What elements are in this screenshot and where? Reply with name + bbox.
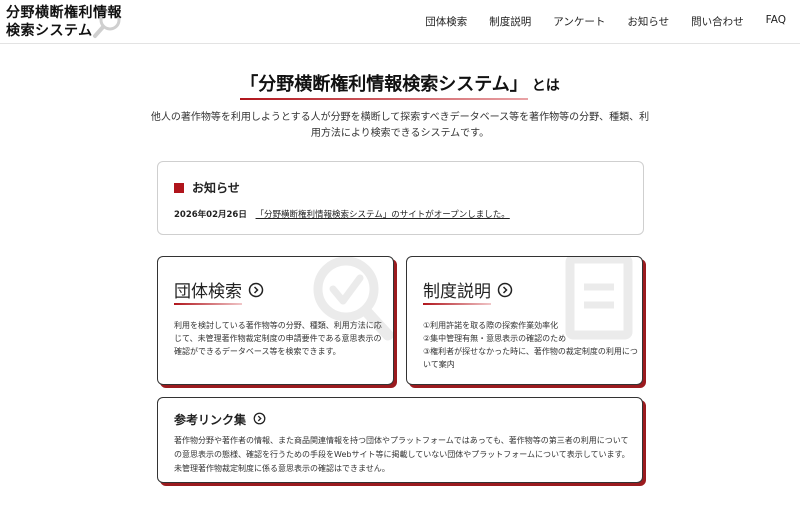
- reference-links-description: 著作物分野や著作者の情報、また商品関連情報を持つ団体やプラットフォームではあって…: [174, 436, 630, 473]
- arrow-circle-right-icon: [248, 282, 264, 298]
- page-title-main: 「分野横断権利情報検索システム」: [240, 70, 529, 100]
- system-explain-item: ③権利者が探せなかった時に、著作物の裁定制度の利用について案内: [423, 347, 638, 369]
- nav-item-contact[interactable]: 問い合わせ: [691, 14, 744, 29]
- page-title: 「分野横断権利情報検索システム」 とは: [240, 70, 560, 100]
- news-heading: お知らせ: [192, 181, 240, 195]
- arrow-circle-right-icon: [253, 412, 266, 425]
- reference-links-card[interactable]: 参考リンク集 著作物分野や著作者の情報、また商品関連情報を持つ団体やプラットフォ…: [157, 397, 643, 483]
- group-search-description: 利用を検討している著作物等の分野、種類、利用方法に応じて、未管理著作物裁定制度の…: [174, 321, 382, 356]
- logo-text: 分野横断権利情報 検索システム: [6, 4, 122, 40]
- nav-item-group-search[interactable]: 団体検索: [425, 14, 467, 29]
- news-square-icon: [174, 182, 184, 193]
- news-item: 2026年02月26日 「分野横断権利情報検索システム」のサイトがオープンしまし…: [174, 208, 510, 220]
- nav-item-faq[interactable]: FAQ: [766, 14, 786, 29]
- system-explain-title-row: 制度説明: [423, 277, 513, 305]
- system-explain-title: 制度説明: [423, 277, 491, 305]
- logo-line-2: 検索システム: [6, 23, 93, 39]
- news-box: お知らせ 2026年02月26日 「分野横断権利情報検索システム」のサイトがオー…: [157, 161, 644, 235]
- group-search-title: 団体検索: [174, 277, 242, 305]
- system-explain-list: ①利用許諾を取る際の探索作業効率化 ②集中管理有無・意思表示の確認のため ③権利…: [423, 319, 638, 371]
- hero-description: 他人の著作物等を利用しようとする人が分野を横断して探索すべきデータベース等を著作…: [150, 112, 650, 139]
- reference-links-title: 参考リンク集: [174, 413, 247, 427]
- arrow-circle-right-icon: [497, 282, 513, 298]
- nav-item-news[interactable]: お知らせ: [627, 14, 669, 29]
- reference-links-title-row: 参考リンク集: [174, 411, 266, 428]
- news-date: 2026年02月26日: [174, 210, 247, 220]
- main-nav: 団体検索 制度説明 アンケート お知らせ 問い合わせ FAQ: [403, 14, 786, 29]
- system-explain-item: ①利用許諾を取る際の探索作業効率化: [423, 321, 559, 330]
- hero-title-wrap: 「分野横断権利情報検索システム」 とは: [0, 70, 800, 100]
- system-explain-card[interactable]: 制度説明 ①利用許諾を取る際の探索作業効率化 ②集中管理有無・意思表示の確認のた…: [406, 256, 643, 385]
- system-explain-item: ②集中管理有無・意思表示の確認のため: [423, 334, 567, 343]
- site-logo[interactable]: 分野横断権利情報 検索システム: [4, 3, 124, 41]
- nav-item-survey[interactable]: アンケート: [553, 14, 605, 29]
- logo-line-1: 分野横断権利情報: [6, 5, 122, 21]
- news-heading-row: お知らせ: [174, 179, 240, 196]
- site-header: 分野横断権利情報 検索システム 団体検索 制度説明 アンケート お知らせ 問い合…: [0, 0, 800, 44]
- news-link[interactable]: 「分野横断権利情報検索システム」のサイトがオープンしました。: [256, 210, 510, 220]
- nav-item-system-explain[interactable]: 制度説明: [489, 14, 531, 29]
- group-search-title-row: 団体検索: [174, 277, 264, 305]
- page-title-suffix: とは: [531, 78, 560, 94]
- group-search-card[interactable]: 団体検索 利用を検討している著作物等の分野、種類、利用方法に応じて、未管理著作物…: [157, 256, 394, 385]
